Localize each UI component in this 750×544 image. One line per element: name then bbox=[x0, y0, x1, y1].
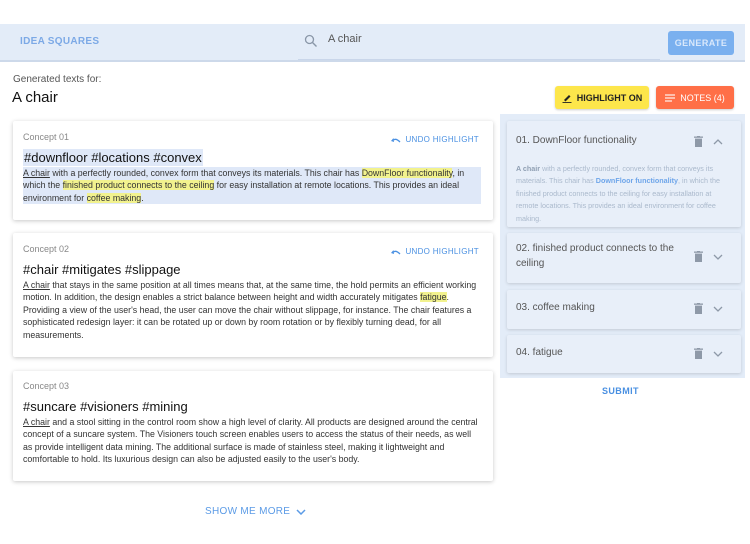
undo-highlight-label: UNDO HIGHLIGHT bbox=[405, 247, 479, 256]
concept-label: Concept 02 bbox=[23, 244, 70, 254]
search-icon bbox=[304, 34, 317, 47]
note-title: 03. coffee making bbox=[516, 302, 595, 313]
notes-button[interactable]: NOTES (4) bbox=[656, 86, 734, 109]
search-bar[interactable] bbox=[298, 24, 660, 60]
chevron-up-icon[interactable] bbox=[713, 139, 723, 145]
trash-icon[interactable] bbox=[694, 348, 703, 359]
submit-button[interactable]: SUBMIT bbox=[602, 386, 639, 396]
brand-logo[interactable]: IDEA SQUARES bbox=[20, 36, 99, 47]
undo-icon bbox=[391, 249, 401, 254]
show-more-button[interactable]: SHOW ME MORE bbox=[205, 506, 306, 517]
note-item-02[interactable]: 02. finished product connects to the cei… bbox=[507, 233, 741, 283]
highlight-finished-product[interactable]: finished product connects to the ceiling bbox=[62, 180, 215, 191]
concept-text: A chair that stays in the same position … bbox=[23, 280, 477, 340]
concept-card-01: Concept 01 UNDO HIGHLIGHT #downfloor #lo… bbox=[13, 121, 493, 220]
concept-text: A chair and a stool sitting in the contr… bbox=[23, 417, 478, 465]
notes-button-label: NOTES (4) bbox=[680, 92, 725, 103]
note-item-03[interactable]: 03. coffee making bbox=[507, 290, 741, 329]
note-title: 01. DownFloor functionality bbox=[516, 135, 637, 146]
generated-query: A chair bbox=[12, 89, 58, 106]
highlighter-icon bbox=[562, 94, 572, 103]
undo-icon bbox=[391, 137, 401, 142]
note-item-04[interactable]: 04. fatigue bbox=[507, 335, 741, 373]
notes-panel: 01. DownFloor functionality A chair with… bbox=[500, 114, 745, 378]
query-link[interactable]: A chair bbox=[23, 417, 50, 427]
highlight-button-label: HIGHLIGHT ON bbox=[576, 92, 643, 103]
generate-button[interactable]: GENERATE bbox=[668, 31, 734, 55]
top-bar: IDEA SQUARES GENERATE bbox=[0, 24, 745, 62]
generated-label: Generated texts for: bbox=[13, 74, 102, 85]
note-item-01[interactable]: 01. DownFloor functionality A chair with… bbox=[507, 121, 741, 227]
concept-text: A chair with a perfectly rounded, convex… bbox=[23, 167, 481, 205]
search-input[interactable] bbox=[328, 33, 648, 45]
chevron-down-icon[interactable] bbox=[713, 306, 723, 312]
concept-card-02: Concept 02 UNDO HIGHLIGHT #chair #mitiga… bbox=[13, 233, 493, 357]
concept-label: Concept 03 bbox=[23, 381, 70, 391]
undo-highlight-button[interactable]: UNDO HIGHLIGHT bbox=[390, 247, 479, 256]
highlight-toggle-button[interactable]: HIGHLIGHT ON bbox=[555, 86, 649, 109]
query-link[interactable]: A chair bbox=[23, 168, 50, 178]
concept-tags: #suncare #visioners #mining bbox=[23, 399, 188, 414]
concept-tags: #downfloor #locations #convex bbox=[23, 149, 203, 166]
notes-icon bbox=[665, 93, 676, 102]
undo-highlight-label: UNDO HIGHLIGHT bbox=[405, 135, 479, 144]
chevron-down-icon[interactable] bbox=[713, 351, 723, 357]
highlight-downfloor[interactable]: DownFloor functionality bbox=[361, 168, 453, 178]
trash-icon[interactable] bbox=[694, 136, 703, 147]
trash-icon[interactable] bbox=[694, 251, 703, 262]
concept-tags: #chair #mitigates #slippage bbox=[23, 262, 181, 277]
highlight-fatigue[interactable]: fatigue bbox=[420, 292, 447, 303]
concept-card-03: Concept 03 #suncare #visioners #mining A… bbox=[13, 371, 493, 481]
highlight-coffee-making[interactable]: coffee making bbox=[86, 192, 142, 203]
show-more-label: SHOW ME MORE bbox=[205, 506, 291, 517]
note-title: 04. fatigue bbox=[516, 347, 563, 358]
note-body: A chair with a perfectly rounded, convex… bbox=[516, 164, 720, 223]
undo-highlight-button[interactable]: UNDO HIGHLIGHT bbox=[390, 135, 479, 144]
concept-label: Concept 01 bbox=[23, 132, 70, 142]
chevron-down-icon bbox=[296, 508, 306, 515]
chevron-down-icon[interactable] bbox=[713, 254, 723, 260]
note-title: 02. finished product connects to the cei… bbox=[516, 243, 674, 269]
query-link[interactable]: A chair bbox=[23, 280, 50, 290]
trash-icon[interactable] bbox=[694, 303, 703, 314]
